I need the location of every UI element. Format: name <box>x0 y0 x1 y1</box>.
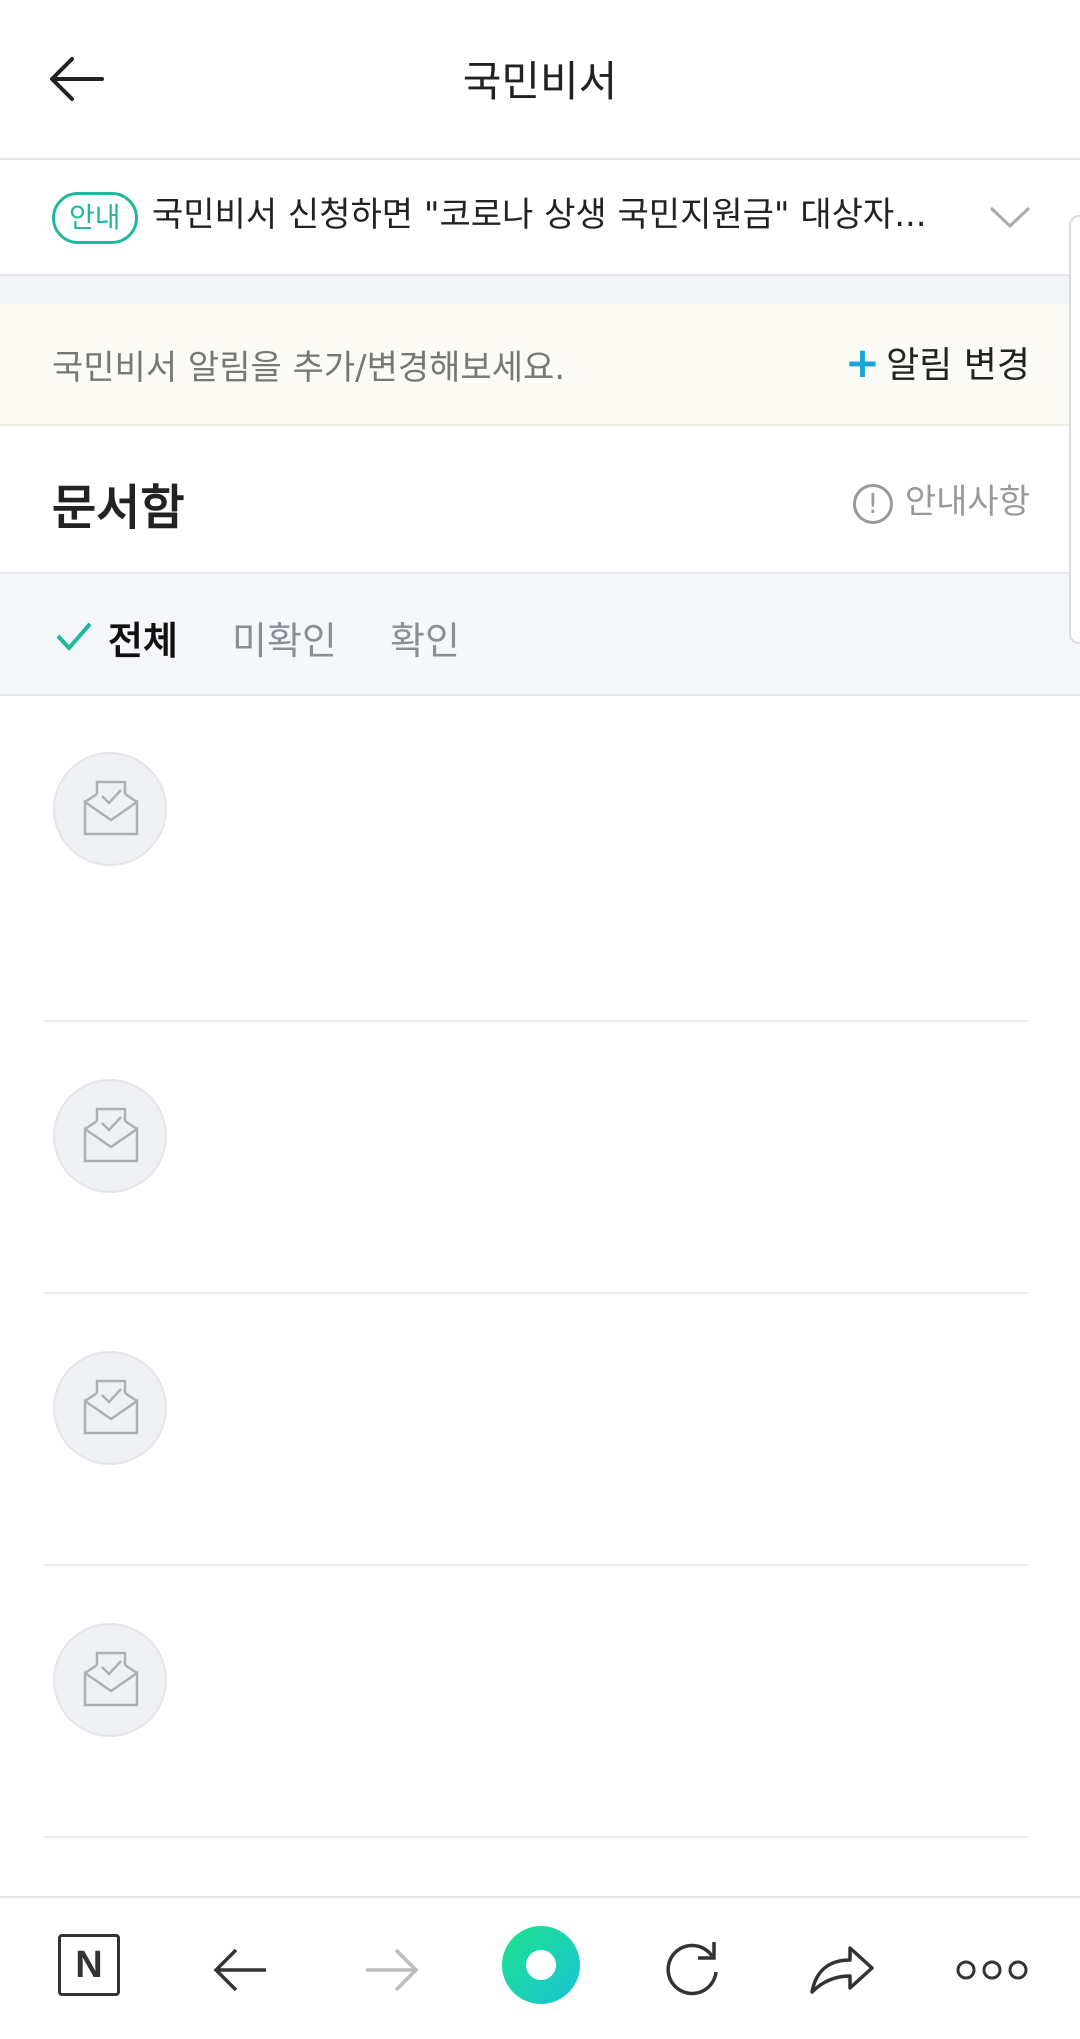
section-gap <box>0 276 1080 304</box>
check-icon <box>56 622 92 651</box>
naver-icon[interactable]: N <box>58 1934 120 1996</box>
notice-text: 국민비서 신청하면 "코로나 상생 국민지원금" 대상자... <box>152 195 927 235</box>
guide-label: 안내사항 <box>904 482 1030 522</box>
list-divider <box>44 1836 1029 1838</box>
tab-read[interactable]: 확인 <box>390 610 460 665</box>
filter-bar: 전체 미확인 확인 <box>0 572 1080 696</box>
docbox-title: 문서함 <box>52 480 185 536</box>
chevron-down-icon[interactable] <box>985 198 1035 238</box>
side-scroll-handle[interactable] <box>1069 215 1080 644</box>
list-divider <box>44 1292 1029 1294</box>
notice-badge: 안내 <box>52 192 138 244</box>
document-envelope-icon <box>53 1623 167 1737</box>
info-icon: ! <box>852 483 893 524</box>
list-divider <box>44 1020 1029 1022</box>
alarm-banner: 국민비서 알림을 추가/변경해보세요. + 알림 변경 <box>0 304 1080 426</box>
header: 국민비서 <box>0 0 1080 160</box>
list-divider <box>44 1564 1029 1566</box>
document-envelope-icon <box>53 1079 167 1193</box>
alarm-change-button[interactable]: + 알림 변경 <box>845 336 1030 388</box>
browser-bottom-bar: N <box>0 1896 1080 2039</box>
document-envelope-icon <box>53 1351 167 1465</box>
alarm-message: 국민비서 알림을 추가/변경해보세요. <box>52 348 566 388</box>
plus-icon: + <box>844 338 881 387</box>
refresh-icon[interactable] <box>652 1930 732 2010</box>
more-icon[interactable] <box>952 1930 1032 2010</box>
alarm-change-label: 알림 변경 <box>886 345 1030 386</box>
tab-all[interactable]: 전체 <box>108 610 178 665</box>
guide-button[interactable]: ! 안내사항 <box>852 474 1030 524</box>
share-icon[interactable] <box>802 1930 882 2010</box>
page-title: 국민비서 <box>462 57 618 106</box>
home-icon[interactable] <box>502 1926 580 2004</box>
back-icon[interactable] <box>200 1930 280 2010</box>
tab-unread[interactable]: 미확인 <box>232 610 337 665</box>
forward-icon[interactable] <box>352 1930 432 2010</box>
notice-banner[interactable]: 안내 국민비서 신청하면 "코로나 상생 국민지원금" 대상자... <box>0 160 1080 276</box>
document-envelope-icon <box>53 752 167 866</box>
